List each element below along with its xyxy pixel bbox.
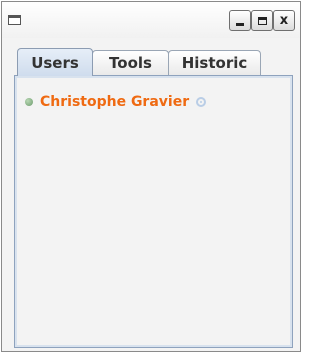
user-list-item[interactable]: Christophe Gravier: [25, 93, 207, 111]
close-button[interactable]: x: [273, 10, 295, 31]
minimize-button[interactable]: [229, 10, 251, 31]
online-status-icon: [25, 98, 33, 106]
app-window: x Users Tools Historic Christophe Gravie…: [1, 1, 301, 352]
tab-users[interactable]: Users: [17, 48, 93, 76]
users-panel: Christophe Gravier: [14, 75, 293, 348]
minimize-icon: [236, 23, 244, 26]
close-icon: x: [279, 13, 289, 28]
maximize-button[interactable]: [251, 10, 273, 31]
user-name: Christophe Gravier: [40, 94, 190, 110]
tab-users-label: Users: [31, 53, 79, 72]
title-bar[interactable]: x: [2, 2, 300, 38]
window-icon: [8, 15, 21, 25]
tab-historic-label: Historic: [181, 54, 248, 72]
tab-tools[interactable]: Tools: [92, 50, 169, 75]
maximize-icon: [257, 16, 267, 25]
tab-tools-label: Tools: [109, 54, 152, 72]
tab-historic[interactable]: Historic: [168, 50, 261, 75]
user-info-icon[interactable]: [196, 97, 207, 107]
